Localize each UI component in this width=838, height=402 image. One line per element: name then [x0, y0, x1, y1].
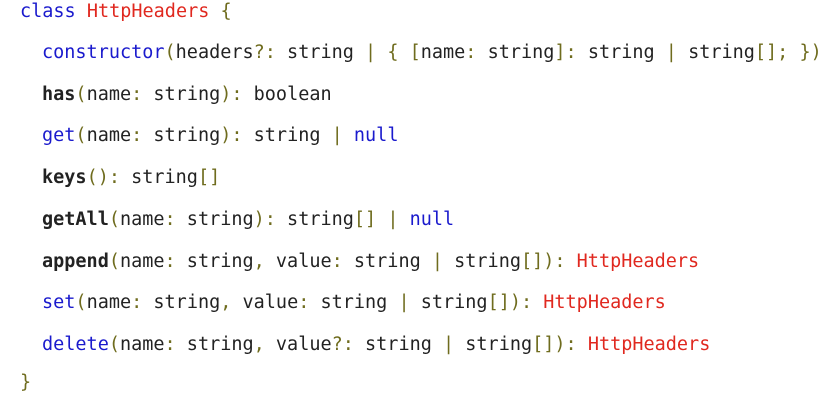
member-keys: keys(): string[]	[42, 167, 221, 188]
member-name: keys	[42, 167, 87, 188]
member-name: has	[42, 84, 76, 105]
member-has: has(name: string): boolean	[42, 84, 332, 105]
member-set: set(name: string, value: string | string…	[42, 292, 666, 313]
member-getall: getAll(name: string): string[] | null	[42, 209, 455, 230]
member-get: get(name: string): string | null	[42, 125, 399, 146]
member-name: constructor	[42, 42, 165, 63]
open-brace: {	[220, 1, 232, 22]
member-constructor: constructor(headers?: string | { [name: …	[42, 42, 822, 63]
member-name: get	[42, 125, 76, 146]
class-declaration: class HttpHeaders {	[20, 0, 232, 24]
member-name: getAll	[42, 209, 109, 230]
member-delete: delete(name: string, value?: string | st…	[42, 334, 711, 355]
member-name: append	[42, 251, 109, 272]
member-name: delete	[42, 334, 109, 355]
member-name: set	[42, 292, 76, 313]
class-name: HttpHeaders	[86, 1, 210, 22]
class-keyword: class	[20, 1, 76, 22]
close-brace: }	[20, 372, 32, 393]
member-append: append(name: string, value: string | str…	[42, 251, 700, 272]
